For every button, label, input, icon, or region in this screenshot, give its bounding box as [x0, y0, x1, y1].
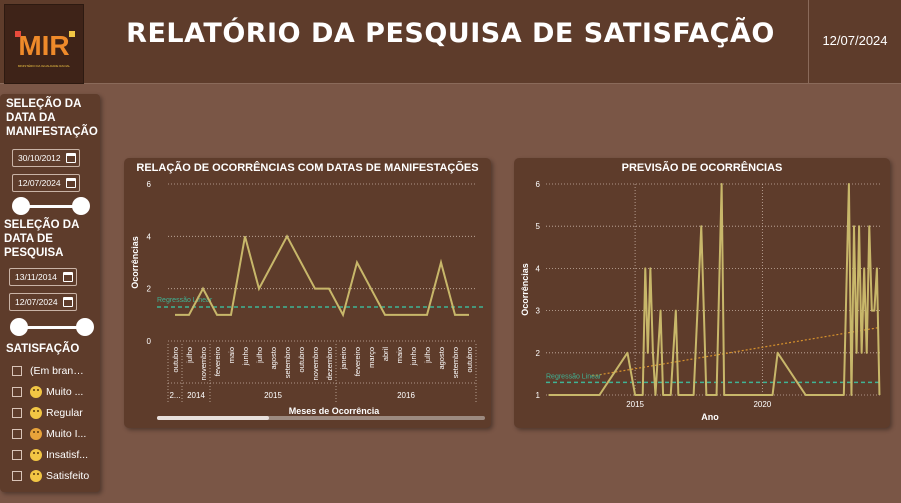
survey-end-date-input[interactable]: 12/07/2024 [9, 293, 77, 311]
x-tick-label: fevereiro [213, 347, 222, 376]
manifest-slider-start-handle[interactable] [12, 197, 30, 215]
occurrence-forecast-plot[interactable]: Ano Ocorrências 1 2 3 4 5 6 2015 2020 Regressão L… [514, 158, 890, 428]
option-label: Muito I... [46, 428, 87, 440]
forecast-line [548, 183, 881, 396]
checkbox[interactable] [12, 408, 22, 418]
satisfaction-heading: SATISFAÇÃO [6, 343, 80, 355]
x-tick-label: novembro [311, 347, 320, 380]
option-label: Insatisf... [46, 449, 89, 461]
x-tick-label: outubro [171, 347, 180, 372]
x-tick-label: abril [381, 347, 390, 362]
x-tick-label: agosto [269, 347, 278, 370]
satisfaction-option-blank[interactable]: (Em branco) [12, 364, 100, 380]
x-tick-label: maio [395, 347, 404, 363]
x-axis-label: Ano [701, 412, 719, 422]
year-group-label: 2... [169, 391, 180, 400]
x-axis-label: Meses de Ocorrência [289, 406, 381, 416]
x-tick-label: 2020 [753, 400, 771, 409]
y-tick-label: 4 [536, 264, 541, 273]
survey-slider-end-handle[interactable] [76, 318, 94, 336]
sad-emoji-icon [30, 449, 42, 461]
x-tick-label: outubro [465, 347, 474, 372]
checkbox[interactable] [12, 429, 22, 439]
occurrences-line [175, 234, 469, 318]
y-tick-label: 2 [147, 285, 152, 294]
option-label: Satisfeito [46, 470, 90, 482]
logo-subtext: MINISTÉRIO DA IGUALDADE RACIAL [18, 63, 71, 68]
occurrences-by-month-chart: RELAÇÃO DE OCORRÊNCIAS COM DATAS DE MANI… [124, 158, 491, 428]
x-tick-label: fevereiro [353, 347, 362, 376]
x-tick-label: setembro [283, 347, 292, 378]
report-header: MIR MINISTÉRIO DA IGUALDADE RACIAL RELAT… [0, 0, 901, 84]
calendar-icon[interactable] [66, 153, 76, 163]
regression-label: Regressão Linear [157, 297, 213, 304]
occurrence-forecast-chart: PREVISÃO DE OCORRÊNCIAS Ano Ocorrências 1… [514, 158, 890, 428]
x-tick-label: outubro [297, 347, 306, 372]
y-tick-label: 4 [147, 232, 152, 241]
manifest-start-date-value: 30/10/2012 [18, 153, 61, 163]
y-tick-label: 2 [536, 349, 541, 358]
option-label: (Em branco) [30, 365, 86, 377]
checkbox[interactable] [12, 387, 22, 397]
filter-sidebar: SELEÇÃO DA DATA DA MANIFESTAÇÃO 30/10/20… [0, 94, 100, 492]
x-tick-label: junho [409, 347, 418, 366]
manifest-end-date-value: 12/07/2024 [18, 178, 61, 188]
report-date: 12/07/2024 [822, 33, 888, 48]
option-label: Regular [46, 407, 83, 419]
header-divider [808, 0, 809, 84]
manifest-slider-end-handle[interactable] [72, 197, 90, 215]
survey-slider-start-handle[interactable] [10, 318, 28, 336]
checkbox[interactable] [12, 450, 22, 460]
y-tick-label: 3 [536, 307, 541, 316]
calendar-icon[interactable] [63, 272, 73, 282]
neutral-emoji-icon [30, 407, 42, 419]
x-tick-label: julho [255, 347, 264, 364]
option-label: Muito ... [46, 386, 84, 398]
occurrences-by-month-plot[interactable]: Ocorrências Meses de Ocorrência 0 2 4 6 Regr… [124, 158, 491, 428]
manifest-date-heading: SELEÇÃO DA DATA DA MANIFESTAÇÃO [6, 98, 98, 138]
satisfaction-option-regular[interactable]: Regular [12, 406, 100, 422]
x-tick-label: janeiro [339, 347, 348, 371]
chart-scrollbar-thumb[interactable] [157, 416, 269, 420]
page-title: RELATÓRIO DA PESQUISA DE SATISFAÇÃO [126, 18, 775, 49]
y-axis-label: Ocorrências [520, 263, 530, 316]
y-tick-label: 5 [536, 222, 541, 231]
x-tick-label: julho [185, 347, 194, 364]
very-happy-emoji-icon [30, 386, 42, 398]
year-group-label: 2015 [264, 391, 282, 400]
x-tick-label: março [367, 347, 376, 368]
x-tick-label: setembro [451, 347, 460, 378]
checkbox[interactable] [12, 471, 22, 481]
survey-date-heading: SELEÇÃO DA DATA DE PESQUISA [4, 219, 79, 259]
y-tick-label: 6 [147, 180, 152, 189]
survey-end-date-value: 12/07/2024 [15, 297, 58, 307]
manifest-end-date-input[interactable]: 12/07/2024 [12, 174, 80, 192]
very-unhappy-emoji-icon [30, 428, 42, 440]
y-tick-label: 6 [536, 180, 541, 189]
survey-start-date-input[interactable]: 13/11/2014 [9, 268, 77, 286]
checkbox[interactable] [12, 366, 22, 376]
satisfaction-option-very-satisfied[interactable]: Muito ... [12, 385, 100, 401]
x-tick-label: dezembro [325, 347, 334, 380]
y-tick-label: 0 [147, 337, 152, 346]
y-tick-label: 1 [536, 391, 541, 400]
year-group-label: 2014 [187, 391, 205, 400]
year-group-label: 2016 [397, 391, 415, 400]
regression-label: Regressão Linear [546, 373, 602, 380]
x-tick-label: novembro [199, 347, 208, 380]
x-tick-label: agosto [437, 347, 446, 370]
survey-start-date-value: 13/11/2014 [15, 272, 57, 282]
happy-emoji-icon [30, 470, 42, 482]
calendar-icon[interactable] [63, 297, 73, 307]
satisfaction-option-very-unsatisfied[interactable]: Muito I... [12, 427, 100, 443]
x-tick-label: junho [241, 347, 250, 366]
satisfaction-option-satisfied[interactable]: Satisfeito [12, 469, 100, 485]
x-tick-label: maio [227, 347, 236, 363]
x-tick-label: julho [423, 347, 432, 364]
y-axis-label: Ocorrências [130, 236, 140, 289]
satisfaction-option-unsatisfied[interactable]: Insatisf... [12, 448, 100, 464]
manifest-start-date-input[interactable]: 30/10/2012 [12, 149, 80, 167]
calendar-icon[interactable] [66, 178, 76, 188]
x-tick-label: 2015 [626, 400, 644, 409]
